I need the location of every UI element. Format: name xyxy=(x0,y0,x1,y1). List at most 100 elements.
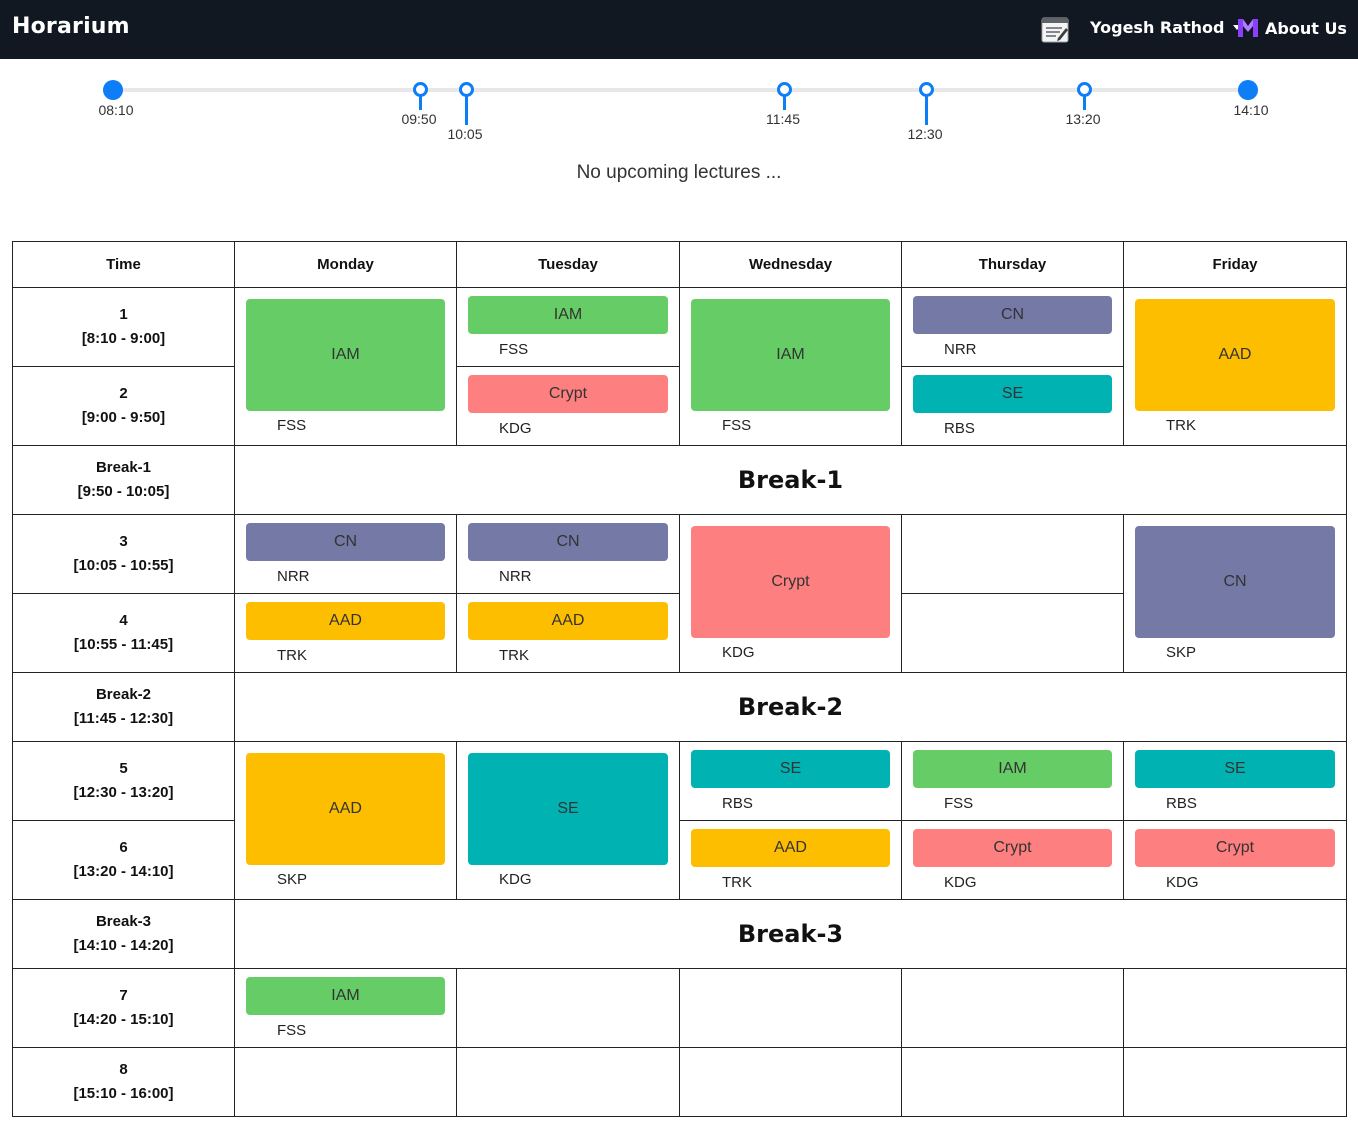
lecture-card[interactable]: Crypt KDG xyxy=(468,375,668,437)
lecture-cell-monday: AAD TRK xyxy=(234,593,457,673)
lecture-cell-monday: IAM FSS xyxy=(234,968,457,1048)
timeline-label: 11:45 xyxy=(766,111,800,127)
lecture-card[interactable]: Crypt KDG xyxy=(913,829,1112,891)
lecture-card[interactable]: CN NRR xyxy=(913,296,1112,358)
professor-code: RBS xyxy=(722,795,753,812)
professor-code: TRK xyxy=(277,647,307,664)
lecture-cell-wednesday: IAM FSS xyxy=(679,287,902,446)
lecture-card[interactable]: SE KDG xyxy=(468,753,668,888)
lecture-card[interactable]: CN NRR xyxy=(468,523,668,585)
lecture-cell-friday: SE RBS xyxy=(1123,741,1347,821)
user-name: Yogesh Rathod xyxy=(1090,18,1225,37)
slot-time-cell: 5 [12:30 - 13:20] xyxy=(12,741,235,821)
slot-time: [14:20 - 15:10] xyxy=(73,1011,174,1028)
subject-chip: AAD xyxy=(246,602,445,640)
lecture-cell-thursday: Crypt KDG xyxy=(901,820,1124,900)
slot-label: 2 xyxy=(119,385,128,402)
subject-chip: IAM xyxy=(246,977,445,1015)
header-tuesday: Tuesday xyxy=(456,241,680,288)
brand-title[interactable]: Horarium xyxy=(12,14,130,39)
lecture-card[interactable]: SE RBS xyxy=(691,750,890,812)
lecture-card[interactable]: IAM FSS xyxy=(913,750,1112,812)
timeline-stem xyxy=(783,96,786,110)
break-row: Break-1 [9:50 - 10:05] Break-1 xyxy=(12,445,1347,515)
lecture-card[interactable]: Crypt KDG xyxy=(1135,829,1335,891)
about-us-link[interactable]: About Us xyxy=(1238,18,1347,38)
lecture-cell-monday: AAD SKP xyxy=(234,741,457,900)
slot-row: 6 [13:20 - 14:10] AAD TRK Crypt KDG Cryp… xyxy=(12,820,1347,900)
subject-chip: Crypt xyxy=(1135,829,1335,867)
slot-time: [15:10 - 16:00] xyxy=(73,1085,174,1102)
notes-icon[interactable] xyxy=(1040,15,1070,45)
lecture-cell-wednesday: Crypt KDG xyxy=(679,514,902,673)
lecture-cell-thursday: IAM FSS xyxy=(901,741,1124,821)
lecture-card[interactable]: IAM FSS xyxy=(246,299,445,434)
lecture-cell-thursday: SE RBS xyxy=(901,366,1124,446)
empty-cell xyxy=(901,968,1124,1048)
lecture-card[interactable]: Crypt KDG xyxy=(691,526,890,661)
slot-label: Break-3 xyxy=(95,913,152,930)
timeline-marker-end xyxy=(1238,80,1258,100)
timeline-label: 08:10 xyxy=(98,102,134,118)
lecture-card[interactable]: CN NRR xyxy=(246,523,445,585)
professor-code: NRR xyxy=(499,568,532,585)
lecture-card[interactable]: SE RBS xyxy=(1135,750,1335,812)
slot-time: [10:55 - 11:45] xyxy=(73,636,174,653)
slot-time-cell: Break-1 [9:50 - 10:05] xyxy=(12,445,235,515)
lecture-card[interactable]: AAD TRK xyxy=(1135,299,1335,434)
slot-time: [12:30 - 13:20] xyxy=(73,784,174,801)
lecture-card[interactable]: CN SKP xyxy=(1135,526,1335,661)
subject-chip: AAD xyxy=(468,602,668,640)
timeline-label: 13:20 xyxy=(1065,111,1101,127)
day-timeline: 08:10 09:50 10:05 11:45 12:30 13:20 14:1… xyxy=(0,59,1358,239)
subject-chip: AAD xyxy=(1135,299,1335,411)
slot-row: 5 [12:30 - 13:20] AAD SKP SE KDG SE RBS xyxy=(12,741,1347,900)
slot-label: Break-1 xyxy=(95,459,152,476)
slot-label: 6 xyxy=(119,839,128,856)
professor-code: SKP xyxy=(277,871,308,888)
navbar: Horarium Yogesh Rathod About Us xyxy=(0,0,1358,59)
empty-cell xyxy=(456,968,680,1048)
professor-code: KDG xyxy=(722,644,755,661)
lecture-card[interactable]: IAM FSS xyxy=(246,977,445,1039)
lecture-card[interactable]: SE RBS xyxy=(913,375,1112,437)
empty-cell xyxy=(679,1047,902,1117)
slot-time-cell: 7 [14:20 - 15:10] xyxy=(12,968,235,1048)
slot-time: [14:10 - 14:20] xyxy=(73,937,174,954)
timeline-label: 14:10 xyxy=(1233,102,1269,118)
lecture-card[interactable]: AAD TRK xyxy=(246,602,445,664)
lecture-card[interactable]: IAM FSS xyxy=(468,296,668,358)
header-row: Time Monday Tuesday Wednesday Thursday F… xyxy=(12,241,1347,288)
subject-chip: SE xyxy=(913,375,1112,413)
empty-cell xyxy=(679,968,902,1048)
slot-time: [13:20 - 14:10] xyxy=(73,863,174,880)
lecture-cell-wednesday: AAD TRK xyxy=(679,820,902,900)
subject-chip: IAM xyxy=(691,299,890,411)
subject-chip: AAD xyxy=(691,829,890,867)
slot-time-cell: 1 [8:10 - 9:00] xyxy=(12,287,235,367)
upcoming-status: No upcoming lectures ... xyxy=(576,162,782,183)
header-time: Time xyxy=(12,241,235,288)
lecture-card[interactable]: AAD TRK xyxy=(468,602,668,664)
professor-code: FSS xyxy=(277,1022,307,1039)
subject-chip: CN xyxy=(913,296,1112,334)
lecture-card[interactable]: AAD TRK xyxy=(691,829,890,891)
professor-code: NRR xyxy=(944,341,977,358)
subject-chip: AAD xyxy=(246,753,445,865)
professor-code: TRK xyxy=(1166,417,1196,434)
lecture-card[interactable]: AAD SKP xyxy=(246,753,445,888)
brand-logo-icon xyxy=(1238,19,1258,37)
lecture-cell-monday: IAM FSS xyxy=(234,287,457,446)
slot-time: [10:05 - 10:55] xyxy=(73,557,174,574)
lecture-card[interactable]: IAM FSS xyxy=(691,299,890,434)
lecture-cell-tuesday: IAM FSS xyxy=(456,287,680,367)
user-dropdown[interactable]: Yogesh Rathod xyxy=(1090,18,1241,37)
slot-time-cell: Break-3 [14:10 - 14:20] xyxy=(12,899,235,969)
break-banner: Break-1 xyxy=(234,445,1347,515)
lecture-cell-thursday: CN NRR xyxy=(901,287,1124,367)
header-wednesday: Wednesday xyxy=(679,241,902,288)
professor-code: KDG xyxy=(499,871,532,888)
slot-time-cell: 3 [10:05 - 10:55] xyxy=(12,514,235,594)
subject-chip: SE xyxy=(691,750,890,788)
timeline-marker xyxy=(413,82,428,97)
